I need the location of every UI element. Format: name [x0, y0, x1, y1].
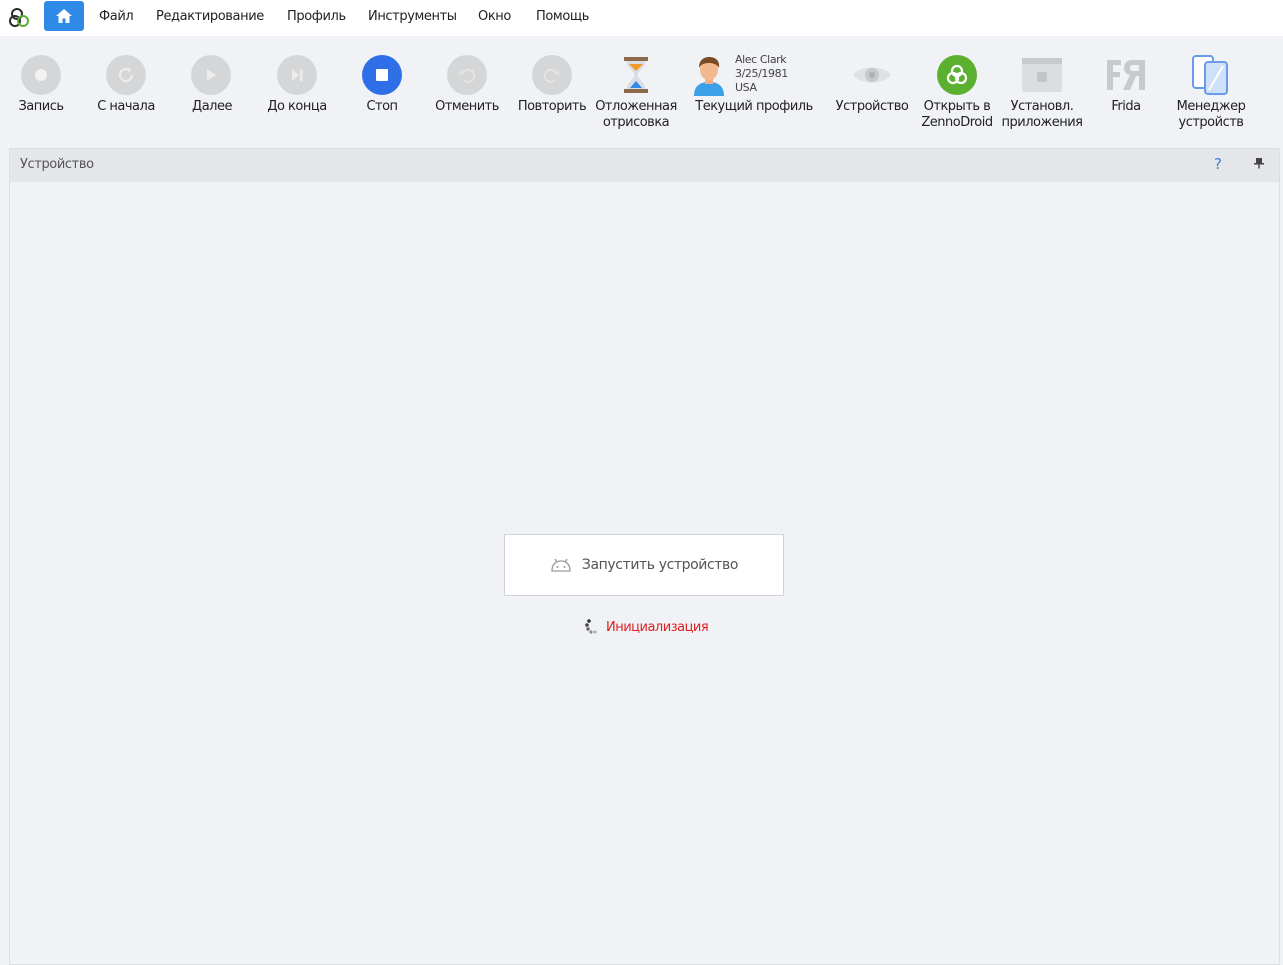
- help-button[interactable]: ?: [1214, 155, 1222, 173]
- device-manager-button[interactable]: [1190, 54, 1232, 96]
- record-button[interactable]: [20, 54, 62, 96]
- app-window-icon: [1022, 58, 1062, 92]
- redo-button[interactable]: [531, 54, 573, 96]
- zenno-logo-icon: [9, 8, 29, 27]
- device-manager-label: Менеджер устройств: [1176, 99, 1246, 130]
- undo-label: Отменить: [435, 99, 499, 114]
- deferred-render-button[interactable]: [615, 54, 657, 96]
- menu-help[interactable]: Помощь: [536, 9, 589, 24]
- current-profile-button[interactable]: [688, 54, 730, 96]
- avatar-icon: [694, 57, 724, 96]
- menu-edit[interactable]: Редактирование: [156, 9, 264, 24]
- deferred-render-label: Отложенная отрисовка: [595, 99, 677, 130]
- status-row: Инициализация: [584, 619, 709, 635]
- profile-country: USA: [735, 81, 757, 94]
- stop-button[interactable]: [361, 54, 403, 96]
- undo-icon: [447, 55, 487, 95]
- to-end-label: До конца: [267, 99, 327, 114]
- device-panel: Устройство ? Запустить устройство Инициа…: [9, 148, 1280, 965]
- status-text: Инициализация: [606, 619, 709, 635]
- menu-tools[interactable]: Инструменты: [368, 9, 457, 24]
- current-profile-label: Текущий профиль: [695, 99, 813, 114]
- record-label: Запись: [18, 99, 64, 114]
- device-button[interactable]: [851, 54, 893, 96]
- installed-apps-button[interactable]: [1021, 54, 1063, 96]
- panel-title: Устройство: [20, 157, 94, 172]
- pin-icon[interactable]: [1254, 157, 1264, 172]
- android-icon: [551, 558, 571, 572]
- eye-icon: [853, 67, 891, 83]
- hourglass-icon: [624, 57, 648, 93]
- start-device-label: Запустить устройство: [581, 557, 739, 573]
- profile-birthdate: 3/25/1981: [735, 67, 788, 80]
- panel-header: Устройство ?: [10, 149, 1279, 182]
- next-button[interactable]: [190, 54, 232, 96]
- menu-profile[interactable]: Профиль: [287, 9, 346, 24]
- to-end-button[interactable]: [276, 54, 318, 96]
- spinner-icon: [585, 619, 597, 634]
- redo-label: Повторить: [517, 99, 587, 114]
- redo-icon: [532, 55, 572, 95]
- home-button[interactable]: [44, 1, 84, 31]
- open-zennodroid-button[interactable]: [936, 54, 978, 96]
- restart-button[interactable]: [105, 54, 147, 96]
- zennodroid-icon: [937, 55, 977, 95]
- home-icon: [56, 9, 72, 23]
- restart-icon: [106, 55, 146, 95]
- start-device-button[interactable]: Запустить устройство: [504, 534, 784, 596]
- profile-info: Alec Clark 3/25/1981 USA: [735, 53, 788, 95]
- menu-file[interactable]: Файл: [99, 9, 134, 24]
- profile-name: Alec Clark: [735, 53, 787, 66]
- menu-window[interactable]: Окно: [478, 9, 511, 24]
- toolbar: Запись С начала Далее До конца Стоп Отме…: [0, 38, 1283, 138]
- menubar: Файл Редактирование Профиль Инструменты …: [0, 0, 1283, 36]
- installed-apps-label: Установл. приложения: [1001, 99, 1083, 130]
- undo-button[interactable]: [446, 54, 488, 96]
- frida-button[interactable]: [1105, 54, 1147, 96]
- frida-label: Frida: [1111, 99, 1141, 114]
- open-zennodroid-label: Открыть в ZennoDroid: [921, 99, 993, 130]
- next-label: Далее: [192, 99, 232, 114]
- play-icon: [191, 55, 231, 95]
- devices-icon: [1192, 55, 1228, 95]
- stop-icon: [362, 55, 402, 95]
- record-icon: [21, 55, 61, 95]
- stop-label: Стоп: [366, 99, 398, 114]
- skip-end-icon: [277, 55, 317, 95]
- restart-label: С начала: [97, 99, 155, 114]
- device-label: Устройство: [835, 99, 909, 114]
- frida-icon: [1107, 60, 1145, 90]
